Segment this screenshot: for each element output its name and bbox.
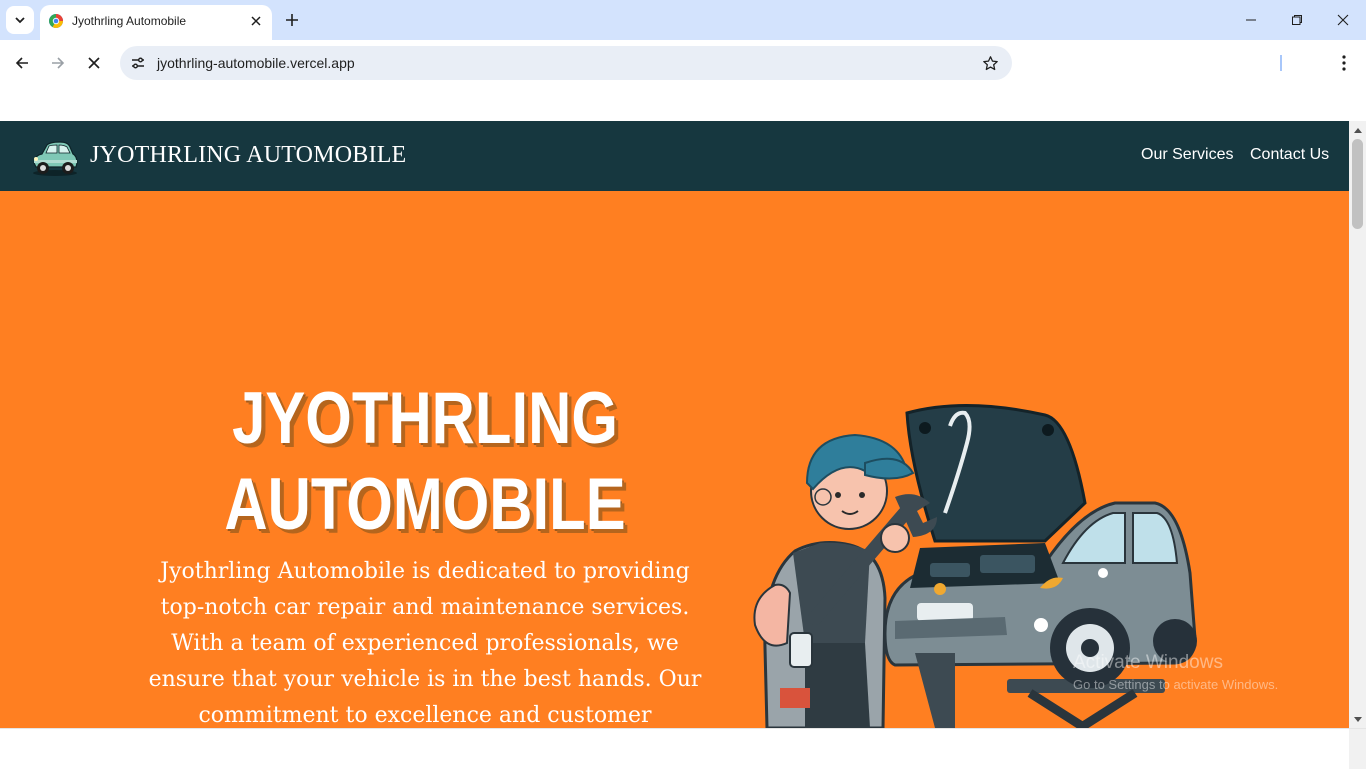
- nav-our-services[interactable]: Our Services: [1141, 146, 1233, 164]
- stop-loading-icon: [88, 57, 100, 69]
- active-tab[interactable]: Jyothrling Automobile: [40, 5, 272, 40]
- tab-title: Jyothrling Automobile: [72, 14, 187, 28]
- kebab-menu-icon: [1342, 55, 1346, 71]
- browser-toolbar: jyothrling-automobile.vercel.app: [0, 40, 1366, 86]
- scroll-up-button[interactable]: [1349, 121, 1366, 138]
- page-viewport: JYOTHRLING AUTOMOBILE Our Services Conta…: [0, 121, 1349, 728]
- site-info-button[interactable]: [126, 51, 150, 75]
- scrollbar-track-extension: [1349, 729, 1366, 769]
- scroll-down-button[interactable]: [1349, 711, 1366, 728]
- restore-icon: [1292, 15, 1302, 25]
- minimize-button[interactable]: [1228, 0, 1274, 40]
- bookmark-button[interactable]: [980, 53, 1000, 73]
- tab-strip: Jyothrling Automobile: [0, 0, 1366, 40]
- forward-button[interactable]: [42, 47, 74, 79]
- site-info-icon: [132, 57, 144, 69]
- hero-description-line: With a team of experienced professionals…: [171, 631, 679, 656]
- hero-title-line-1: JYOTHRLING: [232, 378, 618, 459]
- stop-loading-button[interactable]: [78, 47, 110, 79]
- activate-windows-watermark: Activate Windows Go to Settings to activ…: [1073, 652, 1278, 692]
- scroll-up-arrow-icon: [1353, 127, 1362, 133]
- page-scrollbar[interactable]: [1349, 121, 1366, 728]
- hero-description-line: ensure that your vehicle is in the best …: [148, 667, 702, 692]
- minimize-icon: [1246, 19, 1256, 21]
- close-window-icon: [1337, 14, 1349, 26]
- star-icon: [982, 55, 998, 70]
- chrome-loading-favicon: [49, 14, 63, 28]
- scroll-down-arrow-icon: [1353, 716, 1362, 722]
- forward-arrow-icon: [52, 57, 65, 69]
- plus-icon: [286, 14, 298, 26]
- close-window-button[interactable]: [1320, 0, 1366, 40]
- browser-menu-button[interactable]: [1330, 47, 1358, 79]
- back-button[interactable]: [6, 47, 38, 79]
- activate-windows-title: Activate Windows: [1073, 652, 1223, 673]
- nav-contact-us[interactable]: Contact Us: [1250, 146, 1329, 164]
- toolbar-divider: [1280, 55, 1282, 71]
- restore-button[interactable]: [1274, 0, 1320, 40]
- back-arrow-icon: [15, 57, 28, 69]
- site-header: JYOTHRLING AUTOMOBILE Our Services Conta…: [0, 121, 1349, 191]
- new-tab-button[interactable]: [280, 8, 304, 32]
- chevron-down-icon: [15, 17, 25, 24]
- hero-title: JYOTHRLING AUTOMOBILE: [200, 376, 651, 548]
- hero-description-line: Jyothrling Automobile is dedicated to pr…: [160, 559, 690, 584]
- url-text[interactable]: jyothrling-automobile.vercel.app: [157, 55, 355, 71]
- page-bottom-area: [0, 728, 1366, 769]
- close-tab-button[interactable]: [248, 13, 264, 29]
- address-bar[interactable]: jyothrling-automobile.vercel.app: [120, 46, 1012, 80]
- tab-search-button[interactable]: [6, 6, 34, 34]
- close-icon: [251, 16, 261, 26]
- hero-description-line: top-notch car repair and maintenance ser…: [160, 595, 690, 620]
- brand-name[interactable]: JYOTHRLING AUTOMOBILE: [90, 142, 406, 169]
- hero-description: Jyothrling Automobile is dedicated to pr…: [140, 554, 710, 728]
- scrollbar-thumb[interactable]: [1352, 139, 1363, 229]
- activate-windows-subtitle: Go to Settings to activate Windows.: [1073, 677, 1279, 692]
- hero-title-line-2: AUTOMOBILE: [224, 464, 626, 545]
- vintage-car-logo[interactable]: [30, 133, 80, 179]
- hero-description-line: commitment to excellence and customer: [198, 703, 652, 728]
